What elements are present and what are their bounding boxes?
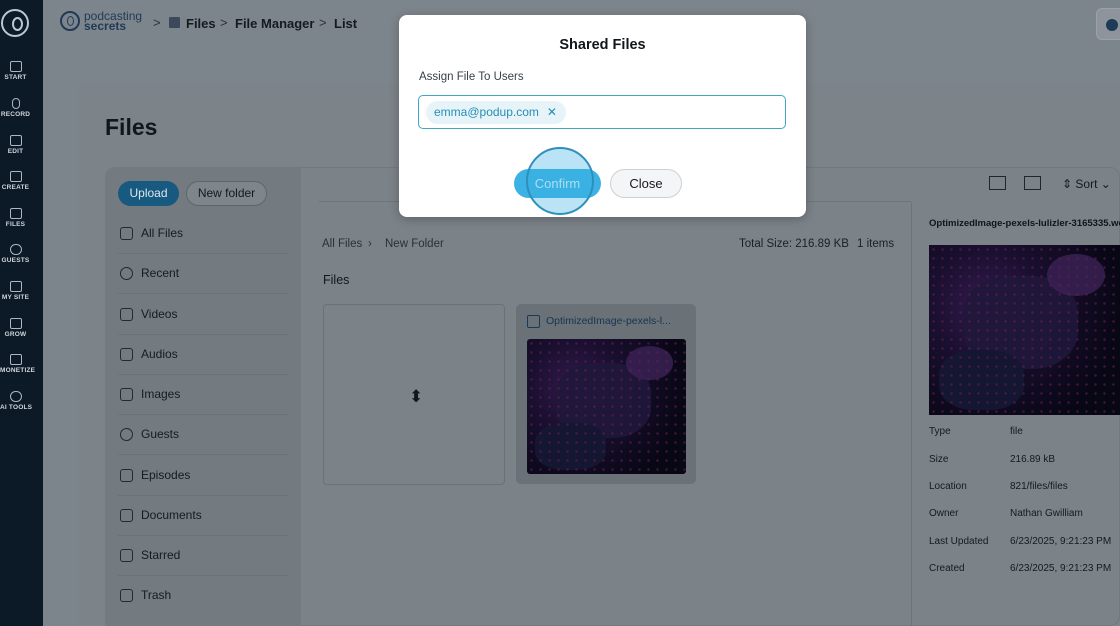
breadcrumb-list[interactable]: List [334,16,357,31]
path-all-files[interactable]: All Files [322,238,362,250]
grid-view-icon[interactable] [989,176,1006,190]
help-icon [1106,19,1118,31]
sidebar-item-videos[interactable]: Videos [118,295,288,335]
sidebar-item-recent[interactable]: Recent [118,254,288,294]
assign-users-label: Assign File To Users [419,71,524,83]
app-logo-icon[interactable] [1,9,29,37]
clock-icon [120,267,133,280]
go-up-tile[interactable]: ⬍ [323,304,505,485]
detail-value: 821/files/files [1010,481,1068,492]
file-card-name: OptimizedImage-pexels-l... [546,315,671,327]
nav-item-grow[interactable]: GROW [0,318,31,338]
detail-key: Created [929,563,965,574]
ai-tools-icon [9,391,22,402]
total-size: Total Size: 216.89 KB [739,238,849,250]
detail-key: Size [929,454,949,465]
nav-item-guests[interactable]: GUESTS [0,244,31,264]
folder-icon [169,17,180,28]
breadcrumb-file-manager[interactable]: File Manager [235,16,314,31]
sidebar-item-images[interactable]: Images [118,375,288,415]
detail-value: 216.89 kB [1010,454,1056,465]
assign-users-input[interactable]: emma@podup.com ✕ [418,95,786,129]
chevron-down-icon: ⌄ [1100,177,1111,191]
upload-button[interactable]: Upload [118,181,179,206]
guests-icon [9,244,22,255]
brand-logo[interactable]: podcasting secrets [60,10,150,34]
detail-preview-image [929,245,1120,415]
users-icon [120,428,133,441]
confirm-button[interactable]: Confirm [514,169,601,198]
detail-value: Nathan Gwilliam [1010,508,1083,519]
site-icon [9,281,22,292]
new-folder-button[interactable]: New folder [186,181,267,206]
edit-icon [9,135,22,146]
folder-icon [120,227,133,240]
detail-key: Location [929,481,967,492]
list-view-icon[interactable] [1024,176,1041,190]
image-file-icon [527,315,540,328]
star-icon [120,549,133,562]
detail-key: Owner [929,508,959,519]
brand-mark-icon [60,11,80,31]
files-icon [9,208,22,219]
sidebar-item-guests[interactable]: Guests [118,415,288,455]
detail-value: 6/23/2025, 9:21:23 PM [1010,563,1112,574]
image-icon [120,388,133,401]
document-icon [120,509,133,522]
sidebar-item-audios[interactable]: Audios [118,335,288,375]
breadcrumb-separator: > [153,15,161,30]
create-icon [9,171,22,182]
modal-title: Shared Files [559,37,646,53]
nav-item-ai-tools[interactable]: AI TOOLS [0,391,32,411]
breadcrumb-files[interactable]: Files [186,16,216,31]
go-up-icon: ⬍ [409,387,424,406]
sidebar-item-episodes[interactable]: Episodes [118,456,288,496]
file-thumbnail [527,339,686,474]
help-button[interactable] [1096,8,1120,40]
music-icon [120,348,133,361]
sidebar-item-documents[interactable]: Documents [118,496,288,536]
nav-item-record[interactable]: RECORD [0,98,31,118]
nav-item-edit[interactable]: EDIT [0,135,31,155]
breadcrumb-separator: > [319,15,327,30]
podcast-icon [120,469,133,482]
user-chip: emma@podup.com ✕ [426,101,566,124]
video-icon [120,308,133,321]
sidebar-item-trash[interactable]: Trash [118,576,288,616]
nav-item-my-site[interactable]: MY SITE [0,281,31,301]
sort-button[interactable]: ⇕ Sort ⌄ [1062,177,1111,191]
detail-key: Type [929,426,951,437]
nav-item-start[interactable]: START [0,61,31,81]
breadcrumb-separator: > [220,15,228,30]
start-icon [9,61,22,72]
nav-item-create[interactable]: CREATE [0,171,31,191]
detail-file-name: OptimizedImage-pexels-lulizler-3165335.w… [929,218,1120,229]
files-section-label: Files [323,273,350,287]
page-title: Files [105,114,158,140]
sidebar-item-all-files[interactable]: All Files [118,214,288,254]
left-nav: START RECORD EDIT CREATE FILES GUESTS MY… [0,0,43,626]
sidebar-item-starred[interactable]: Starred [118,536,288,576]
shared-files-modal: Shared Files Assign File To Users emma@p… [399,15,806,217]
trash-icon [120,589,133,602]
mic-icon [11,98,20,109]
detail-key: Last Updated [929,536,989,547]
path-separator-icon: › [368,238,372,250]
divider [911,202,912,626]
grow-icon [9,318,22,329]
nav-item-monetize[interactable]: MONETIZE [0,354,35,374]
item-count: 1 items [857,238,895,250]
monetize-icon [9,354,22,365]
detail-value: file [1010,426,1023,437]
file-card[interactable]: OptimizedImage-pexels-l... [516,304,696,484]
nav-item-files[interactable]: FILES [0,208,31,228]
close-button[interactable]: Close [610,169,682,198]
user-chip-email: emma@podup.com [434,105,539,119]
path-new-folder[interactable]: New Folder [385,238,444,250]
detail-value: 6/23/2025, 9:21:23 PM [1010,536,1112,547]
remove-chip-icon[interactable]: ✕ [547,101,557,124]
